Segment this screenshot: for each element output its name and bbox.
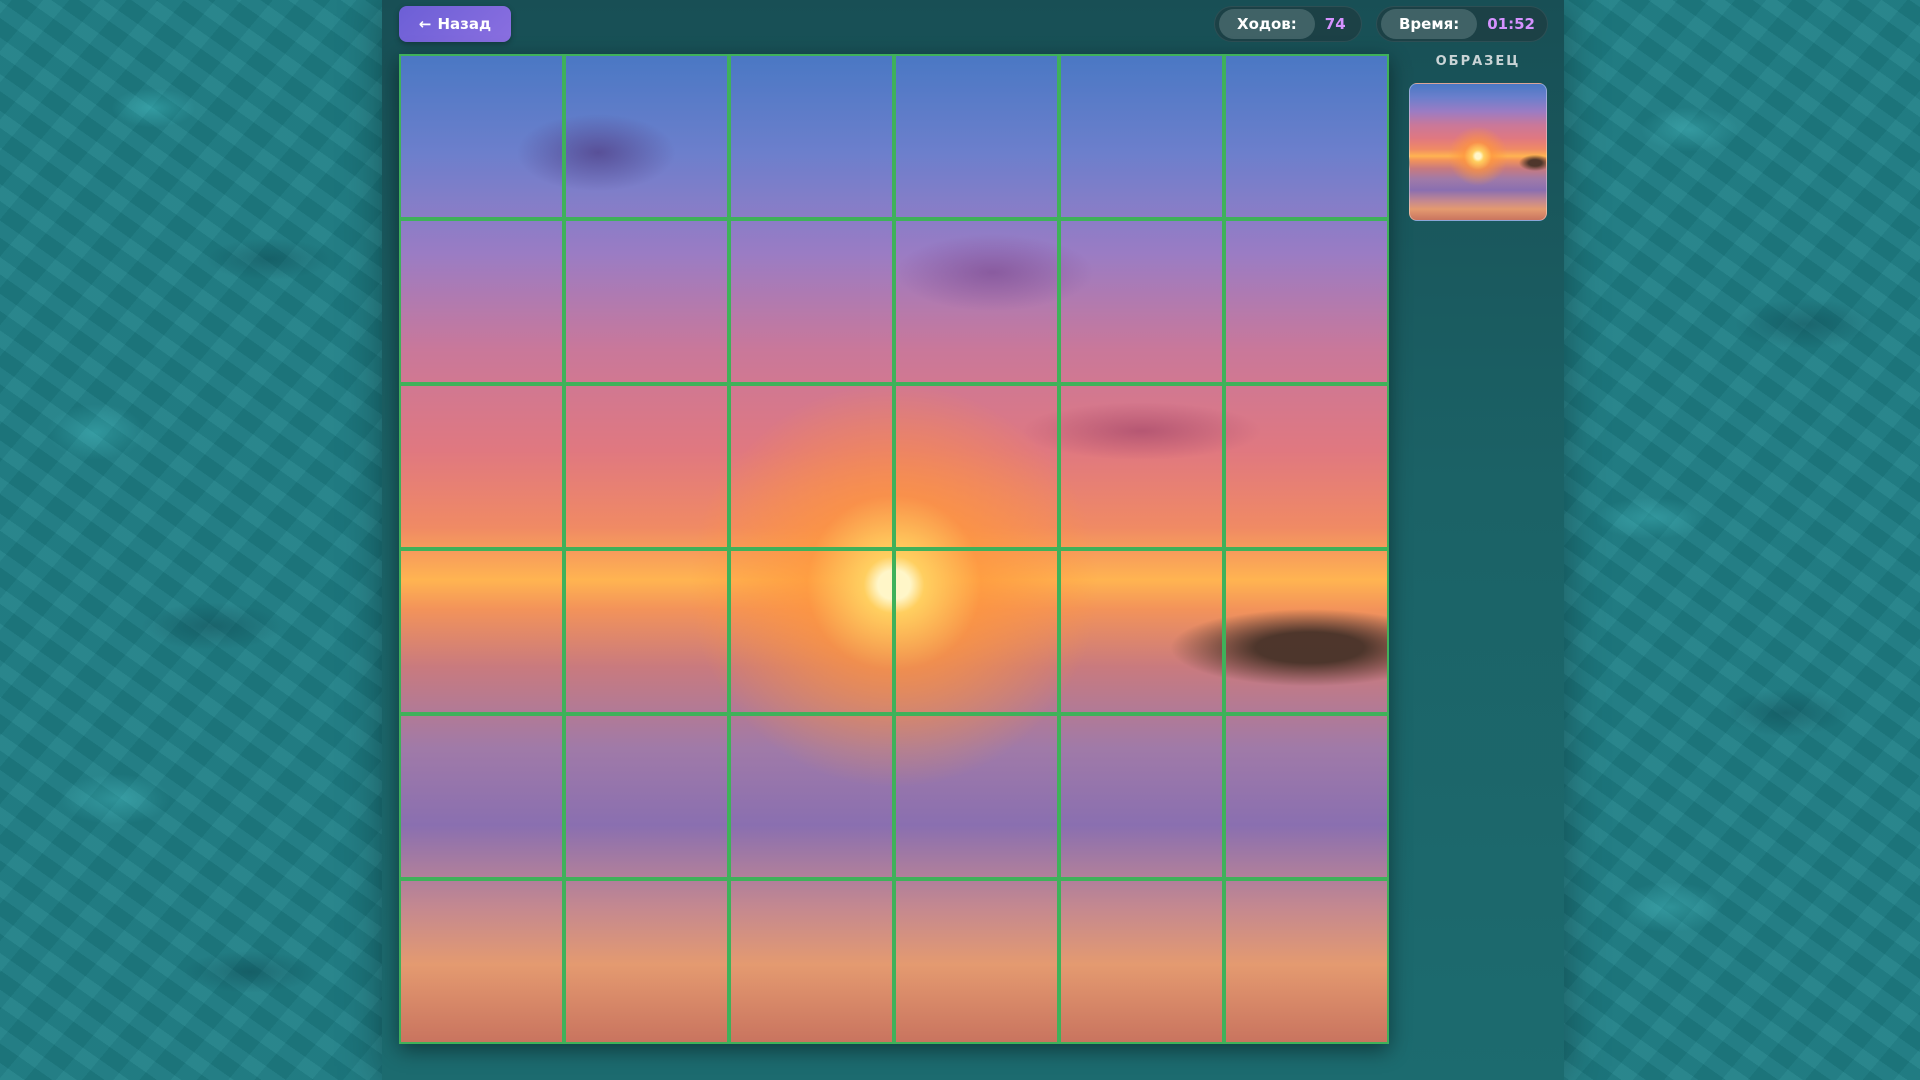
- timer: Время: 01:52: [1376, 6, 1548, 42]
- puzzle-tile[interactable]: [1059, 219, 1224, 384]
- puzzle-tile[interactable]: [399, 879, 564, 1044]
- puzzle-tile[interactable]: [564, 384, 729, 549]
- puzzle-tile[interactable]: [729, 549, 894, 714]
- puzzle-tile[interactable]: [729, 219, 894, 384]
- game-panel: ← Назад Ходов: 74 Время: 01:52 ОБРАЗЕЦ: [382, 0, 1564, 1080]
- puzzle-tile[interactable]: [729, 879, 894, 1044]
- puzzle-tile[interactable]: [1224, 549, 1389, 714]
- puzzle-tile[interactable]: [1224, 384, 1389, 549]
- puzzle-tile[interactable]: [564, 219, 729, 384]
- puzzle-tile[interactable]: [894, 54, 1059, 219]
- puzzle-tile[interactable]: [564, 54, 729, 219]
- puzzle-tile[interactable]: [1059, 549, 1224, 714]
- puzzle-tile[interactable]: [399, 54, 564, 219]
- arrow-left-icon: ←: [418, 15, 432, 33]
- time-label: Время:: [1381, 9, 1478, 39]
- moves-value: 74: [1324, 15, 1346, 33]
- time-value: 01:52: [1487, 15, 1535, 33]
- puzzle-tile[interactable]: [564, 879, 729, 1044]
- reference-label: ОБРАЗЕЦ: [1435, 54, 1521, 69]
- puzzle-tile[interactable]: [1059, 384, 1224, 549]
- puzzle-tile[interactable]: [1059, 714, 1224, 879]
- puzzle-tile[interactable]: [1059, 54, 1224, 219]
- puzzle-tile[interactable]: [564, 714, 729, 879]
- back-button[interactable]: ← Назад: [399, 6, 511, 42]
- puzzle-tile[interactable]: [1224, 219, 1389, 384]
- reference-image: [1409, 83, 1547, 221]
- puzzle-tile[interactable]: [729, 714, 894, 879]
- puzzle-board: [399, 54, 1389, 1044]
- puzzle-tile[interactable]: [1224, 714, 1389, 879]
- puzzle-tile[interactable]: [399, 714, 564, 879]
- moves-counter: Ходов: 74: [1214, 6, 1362, 42]
- puzzle-tile[interactable]: [894, 549, 1059, 714]
- puzzle-tile[interactable]: [894, 219, 1059, 384]
- puzzle-tile[interactable]: [894, 879, 1059, 1044]
- puzzle-tile[interactable]: [399, 219, 564, 384]
- puzzle-tile[interactable]: [1224, 879, 1389, 1044]
- puzzle-tile[interactable]: [399, 549, 564, 714]
- puzzle-tile[interactable]: [1224, 54, 1389, 219]
- puzzle-tile[interactable]: [399, 384, 564, 549]
- puzzle-tile[interactable]: [729, 384, 894, 549]
- back-button-label: Назад: [437, 15, 492, 33]
- puzzle-tile[interactable]: [894, 384, 1059, 549]
- puzzle-tile[interactable]: [729, 54, 894, 219]
- puzzle-tile[interactable]: [564, 549, 729, 714]
- puzzle-tile[interactable]: [1059, 879, 1224, 1044]
- puzzle-tile[interactable]: [894, 714, 1059, 879]
- moves-label: Ходов:: [1219, 9, 1315, 39]
